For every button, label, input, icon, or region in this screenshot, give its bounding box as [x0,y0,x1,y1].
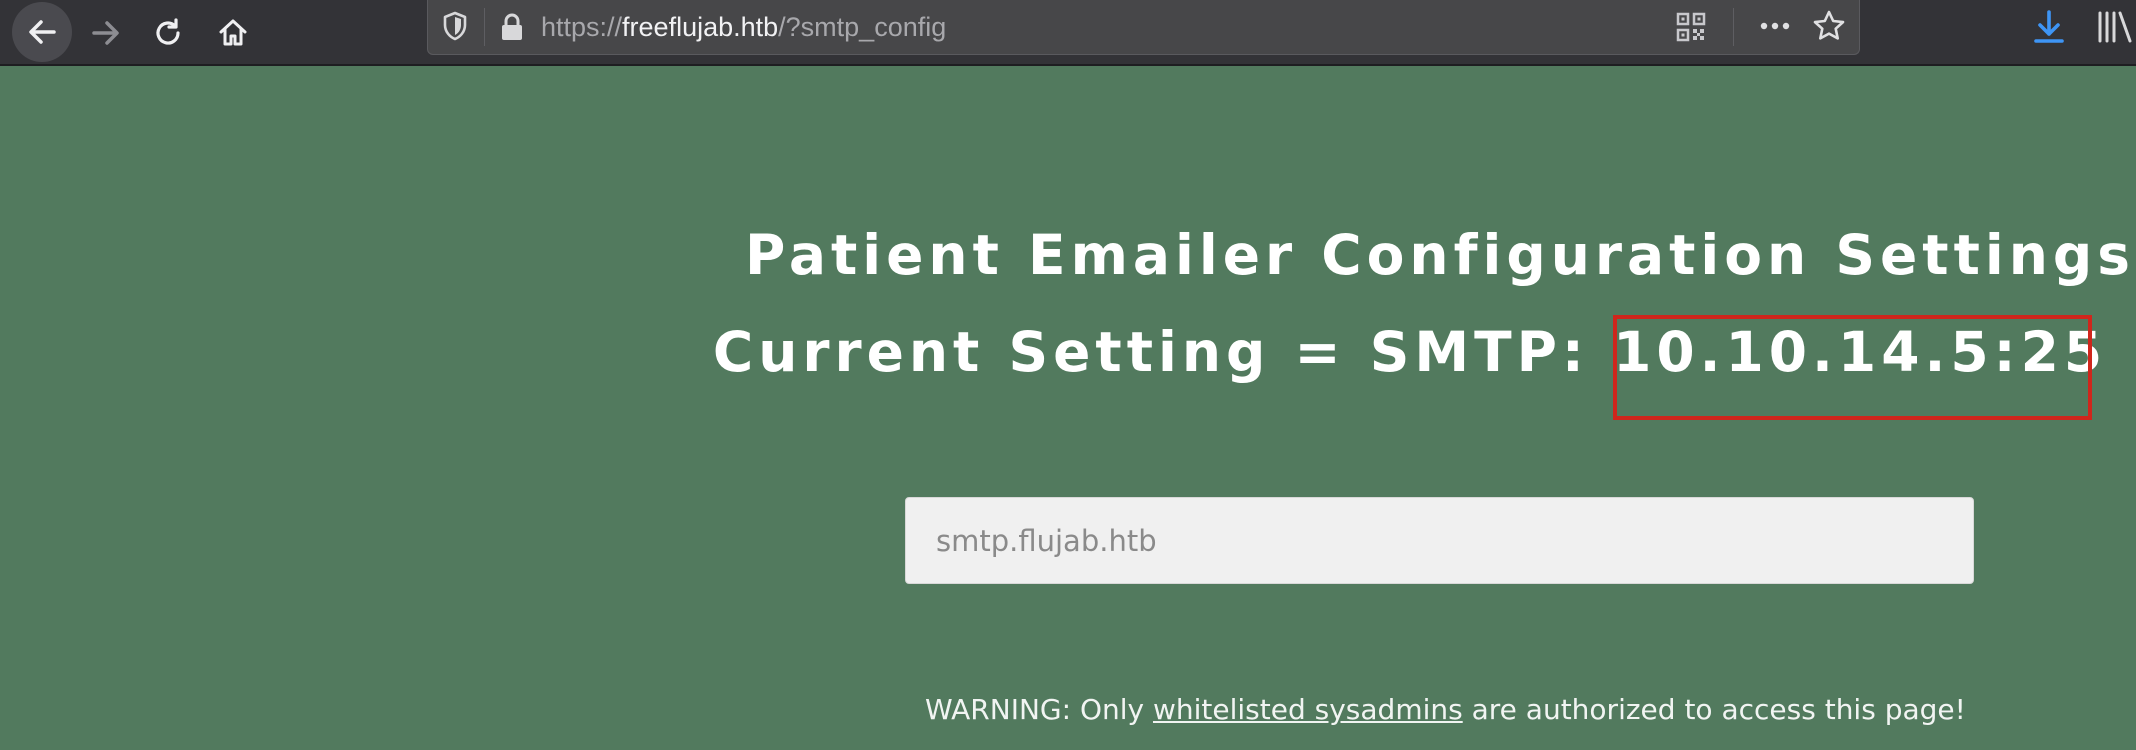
forward-button[interactable] [78,5,134,61]
current-setting-label: Current Setting = SMTP: [712,320,1614,384]
page-title: Patient Emailer Configuration Settings [745,223,2135,287]
url-divider [1733,8,1734,46]
warning-prefix: WARNING: Only [925,693,1153,726]
whitelisted-sysadmins-link[interactable]: whitelisted sysadmins [1153,693,1463,726]
reload-button[interactable] [140,5,196,61]
smtp-server-input[interactable] [905,497,1974,584]
star-icon[interactable] [1812,9,1846,47]
library-icon[interactable] [2096,9,2134,49]
url-text[interactable]: https://freeflujab.htb/?smtp_config [541,10,946,44]
page-body: Patient Emailer Configuration Settings C… [0,68,2136,750]
url-path: /?smtp_config [778,12,947,42]
warning-message: WARNING: Only whitelisted sysadmins are … [925,693,1966,726]
url-scheme: https:// [541,12,623,42]
arrow-left-icon [29,20,56,44]
back-button[interactable] [12,2,72,62]
shield-icon[interactable] [442,11,468,45]
highlight-box [1613,315,2092,420]
more-dots-icon[interactable] [1758,10,1792,46]
download-icon[interactable] [2032,9,2066,49]
warning-suffix: are authorized to access this page! [1462,693,1966,726]
lock-icon[interactable] [500,12,524,46]
qr-code-icon[interactable] [1676,12,1706,46]
url-host: freeflujab.htb [622,12,779,42]
arrow-right-icon [92,21,119,45]
url-divider [484,8,485,46]
home-button[interactable] [205,5,261,61]
url-bar[interactable]: https://freeflujab.htb/?smtp_config [427,0,1860,55]
reload-icon [156,18,180,45]
home-icon [219,19,247,46]
browser-toolbar: https://freeflujab.htb/?smtp_config [0,0,2136,66]
